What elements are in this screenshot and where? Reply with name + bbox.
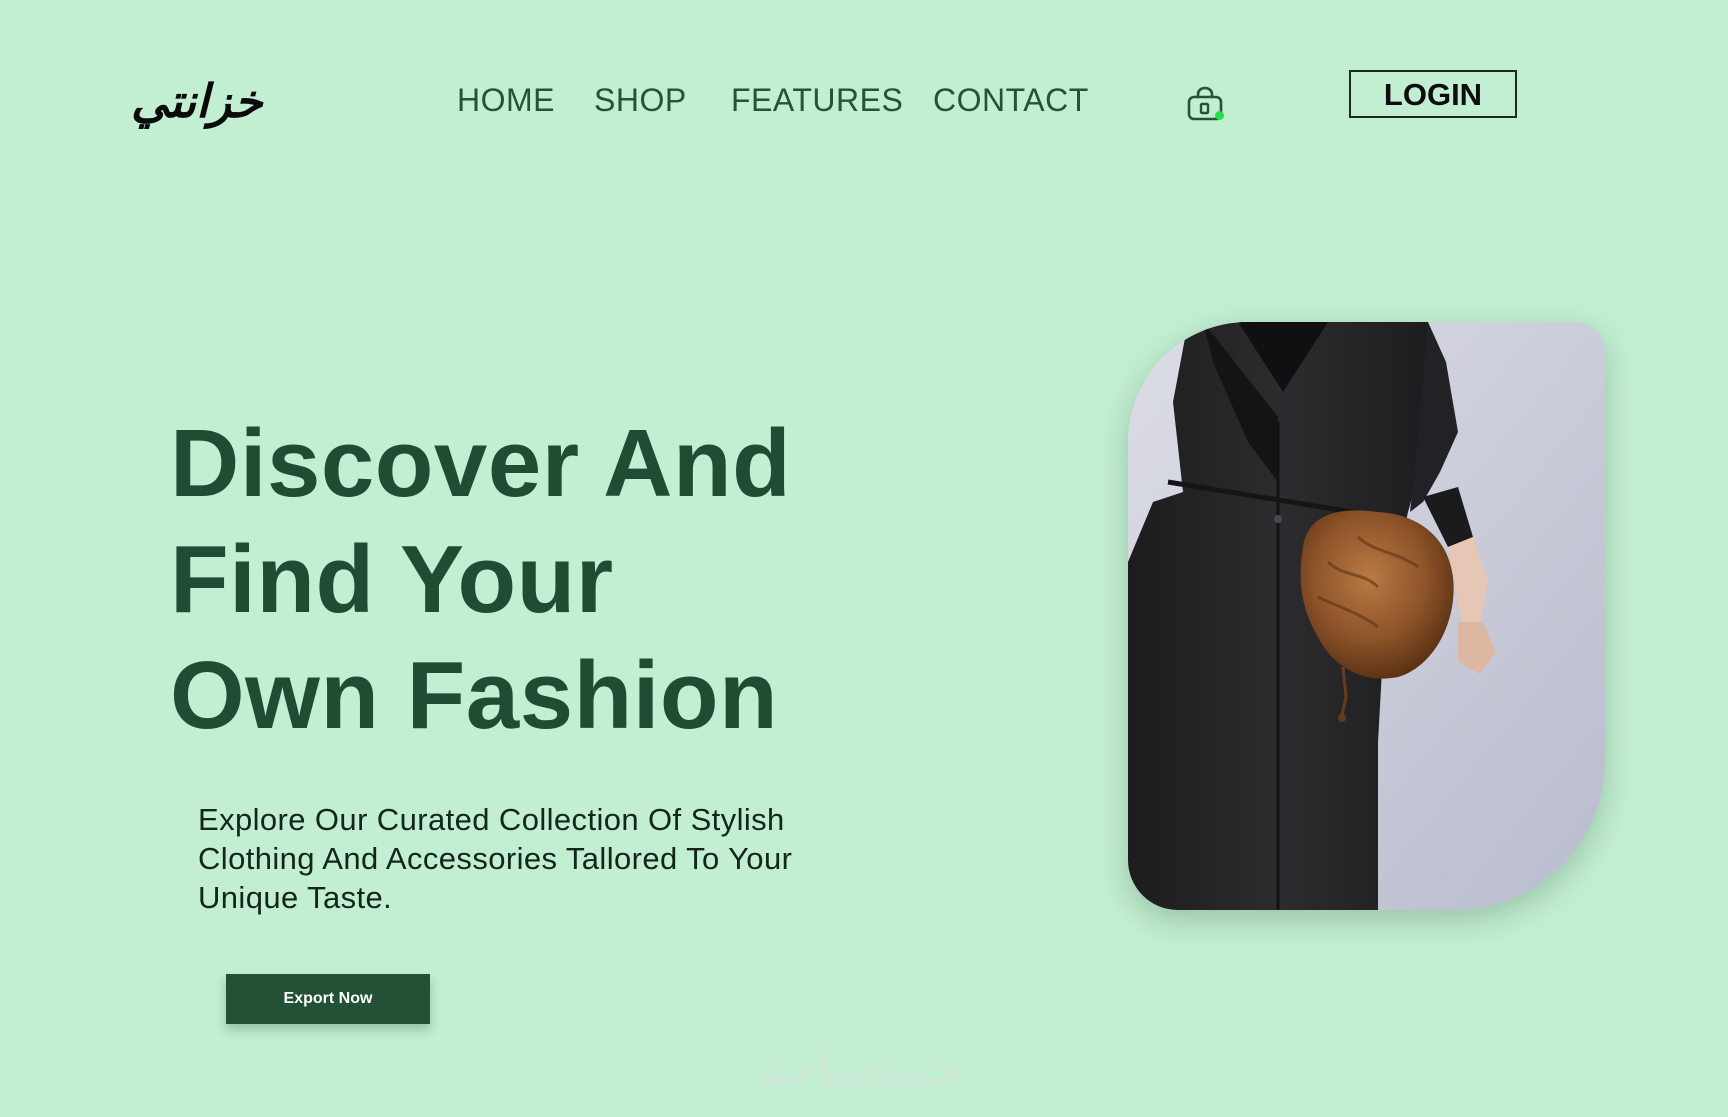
cart-notification-dot [1215,111,1224,120]
hero-fashion-image [1128,322,1605,910]
hero-title-line: Find Your [170,526,614,633]
nav-item-home[interactable]: HOME [457,80,555,120]
hero-description: Explore Our Curated Collection Of Stylis… [198,802,793,915]
hero-title-line: Own Fashion [170,642,779,749]
nav-item-shop[interactable]: SHOP [594,80,687,120]
hero-title: Discover And Find Your Own Fashion [170,406,791,754]
nav-item-contact[interactable]: CONTACT [933,80,1089,120]
export-now-button[interactable]: Export Now [226,974,430,1024]
nav-item-features[interactable]: FEATURES [731,80,903,120]
login-button[interactable]: LOGIN [1349,70,1517,118]
cart-button[interactable] [1185,85,1225,125]
hero-title-line: Discover And [170,410,792,517]
watermark: خمسات [758,1035,971,1100]
